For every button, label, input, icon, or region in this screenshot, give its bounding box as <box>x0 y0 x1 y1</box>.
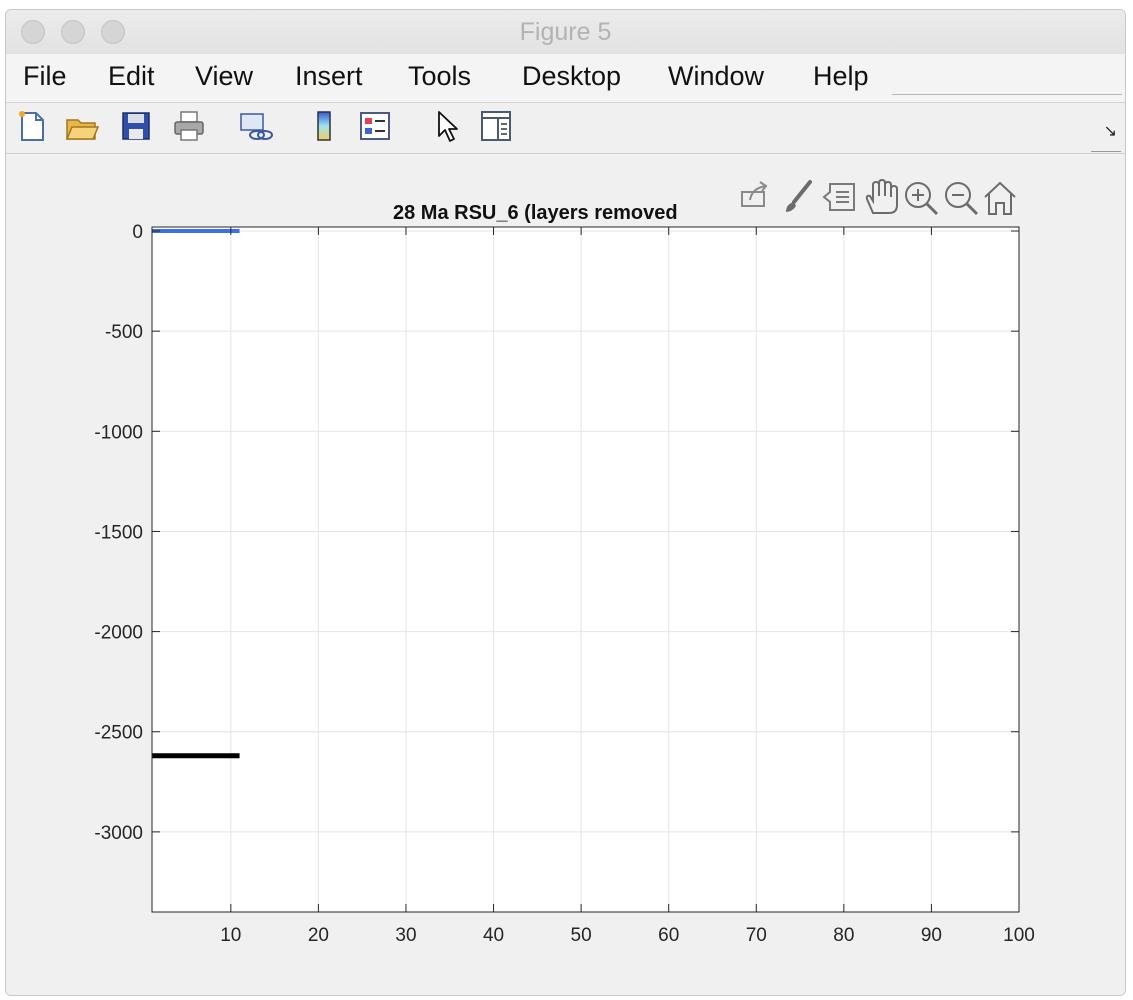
brush-icon[interactable] <box>786 180 812 212</box>
colorbar-icon[interactable] <box>306 108 342 144</box>
toolbar-collapse-icon[interactable]: ↘ <box>1104 121 1117 141</box>
save-icon[interactable] <box>118 108 154 144</box>
chart-title: 28 Ma RSU_6 (layers removed <box>393 202 678 224</box>
y-tick-label: -500 <box>105 322 143 343</box>
menu-file[interactable]: File <box>23 61 67 92</box>
x-tick-label: 70 <box>746 925 767 946</box>
window-title: Figure 5 <box>519 18 612 46</box>
legend-icon[interactable] <box>357 108 393 144</box>
axes-background <box>152 227 1019 912</box>
zoom-in-icon[interactable] <box>905 182 939 216</box>
y-tick-label: -3000 <box>94 823 143 844</box>
new-figure-icon[interactable] <box>14 108 50 144</box>
x-tick-label: 100 <box>1003 925 1035 946</box>
property-inspector-icon[interactable] <box>478 108 514 144</box>
x-tick-label: 40 <box>483 925 504 946</box>
pan-icon[interactable] <box>865 178 898 214</box>
y-tick-label: 0 <box>132 222 143 243</box>
print-icon[interactable] <box>171 108 207 144</box>
x-tick-label: 80 <box>833 925 854 946</box>
menu-help[interactable]: Help <box>813 61 869 92</box>
y-tick-label: -1500 <box>94 522 143 543</box>
link-figure-icon[interactable] <box>237 108 273 144</box>
title-bar: Figure 5 <box>6 10 1125 55</box>
menu-desktop[interactable]: Desktop <box>522 61 621 92</box>
x-tick-label: 90 <box>921 925 942 946</box>
x-tick-label: 20 <box>308 925 329 946</box>
menu-bar: File Edit View Insert Tools Desktop Wind… <box>6 54 1125 103</box>
menu-insert[interactable]: Insert <box>295 61 363 92</box>
edit-plot-arrow-icon[interactable] <box>429 108 465 144</box>
zoom-out-icon[interactable] <box>945 182 979 216</box>
figure-window: Figure 5 File Edit View Insert Tools Des… <box>5 9 1126 996</box>
menu-view[interactable]: View <box>195 61 253 92</box>
y-tick-label: -2500 <box>94 723 143 744</box>
axes: 10 20 30 40 50 60 70 80 90 100 0 -500 -1000 -1500 -200… <box>94 178 1035 946</box>
figure-toolbar: ↘ <box>6 103 1125 154</box>
y-tick-label: -1000 <box>94 422 143 443</box>
menu-tools[interactable]: Tools <box>408 61 471 92</box>
x-tick-label: 60 <box>658 925 679 946</box>
menu-divider <box>892 94 1122 95</box>
x-tick-label: 10 <box>220 925 241 946</box>
x-tick-label: 30 <box>395 925 416 946</box>
export-icon[interactable] <box>741 181 768 207</box>
toolbar-divider <box>1091 151 1121 152</box>
axes-toolbar <box>741 178 1016 216</box>
x-tick-label: 50 <box>571 925 592 946</box>
datatip-icon[interactable] <box>822 183 855 211</box>
menu-edit[interactable]: Edit <box>108 61 155 92</box>
open-file-icon[interactable] <box>64 108 100 144</box>
y-tick-label: -2000 <box>94 623 143 644</box>
menu-window[interactable]: Window <box>668 61 764 92</box>
home-icon[interactable] <box>984 181 1016 215</box>
plot-area: 10 20 30 40 50 60 70 80 90 100 0 -500 -1000 -1500 -200… <box>6 154 1125 995</box>
